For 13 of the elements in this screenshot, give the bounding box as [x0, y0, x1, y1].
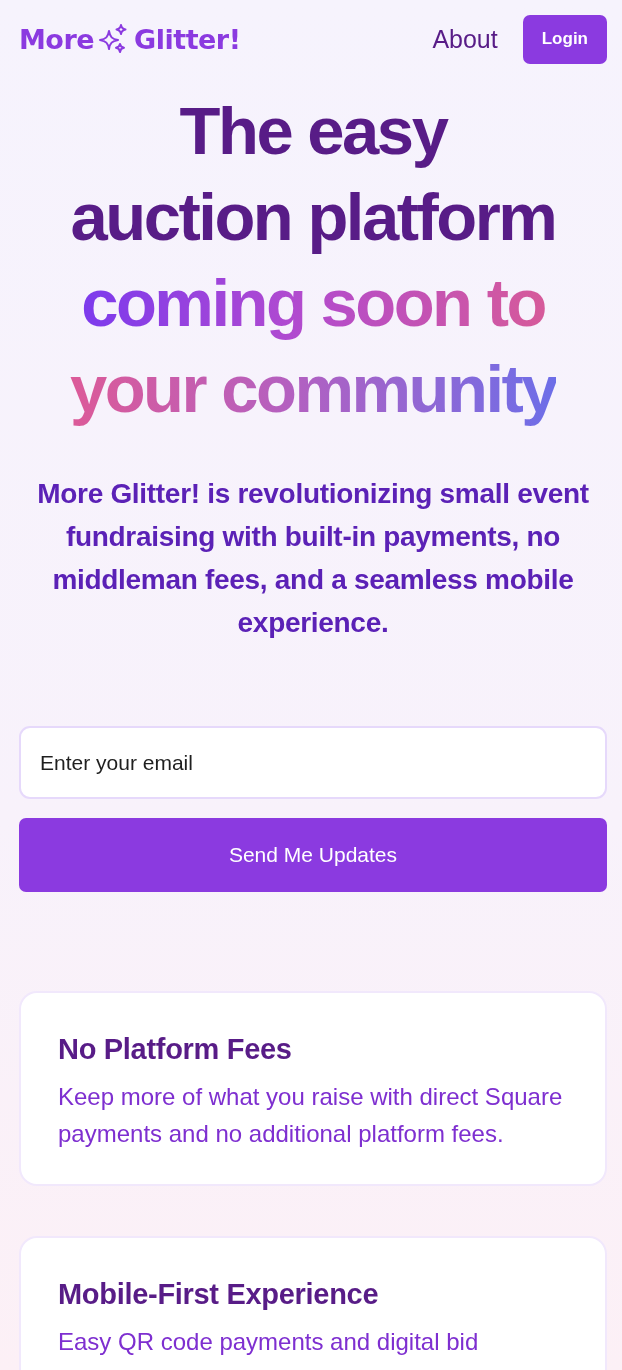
logo-text[interactable]: Glitter! [134, 23, 241, 55]
email-field[interactable]: Enter your email [19, 726, 607, 799]
send-updates-button[interactable]: Send Me Updates [19, 818, 607, 892]
login-button[interactable]: Login [522, 14, 607, 64]
logo-text[interactable]: More [19, 23, 95, 55]
feature-title: Mobile-First Experience [58, 1278, 380, 1311]
feature-description: Easy QR code payments and digital bid [58, 1327, 480, 1357]
headline-text: The easy [179, 92, 447, 170]
hero-subtitle: More Glitter! is revolutionizing small event fundraising with built-in payments, no middleman fees, and a seamless mobile experience. [36, 477, 590, 640]
feature-title: No Platform Fees [58, 1033, 293, 1066]
headline-text: auction platform [70, 178, 556, 256]
feature-description: Keep more of what you raise with direct Square payments and no additional platform fees. [58, 1082, 564, 1149]
about-link[interactable]: About [432, 24, 498, 54]
